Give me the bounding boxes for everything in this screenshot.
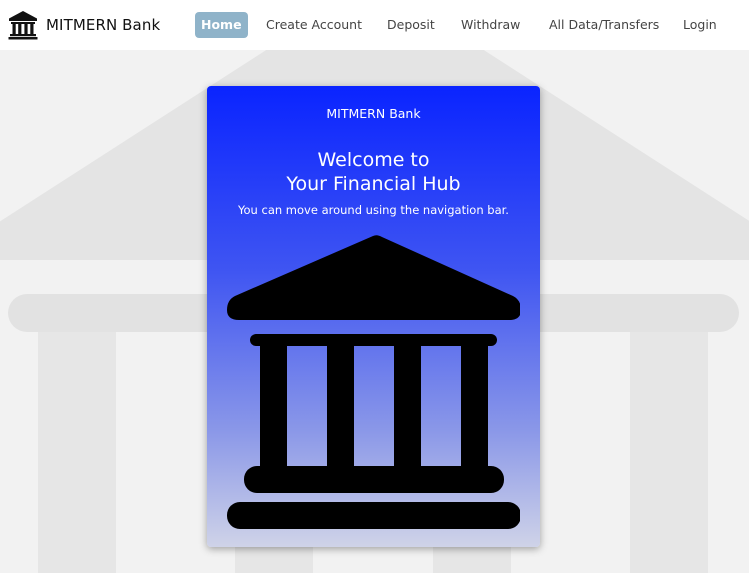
card-text: You can move around using the navigation… (238, 203, 509, 217)
nav-deposit-link[interactable]: Deposit (387, 12, 435, 38)
welcome-card: MITMERN Bank Welcome to Your Financial H… (207, 86, 540, 547)
nav-create-account-link[interactable]: Create Account (266, 12, 362, 38)
nav-login-link[interactable]: Login (683, 12, 717, 38)
nav-withdraw-link[interactable]: Withdraw (461, 12, 520, 38)
nav-all-data-link[interactable]: All Data/Transfers (549, 12, 659, 38)
card-title-line1: Welcome to (317, 149, 430, 171)
nav-home-link[interactable]: Home (195, 12, 248, 38)
navbar: MITMERN Bank Home Create Account Deposit… (0, 0, 749, 50)
bank-icon (227, 235, 520, 529)
card-title-line2: Your Financial Hub (286, 173, 461, 195)
nav-menu: Home Create Account Deposit Withdraw All… (0, 12, 749, 38)
card-header: MITMERN Bank (326, 106, 421, 121)
card-title: Welcome to Your Financial Hub (207, 148, 540, 196)
